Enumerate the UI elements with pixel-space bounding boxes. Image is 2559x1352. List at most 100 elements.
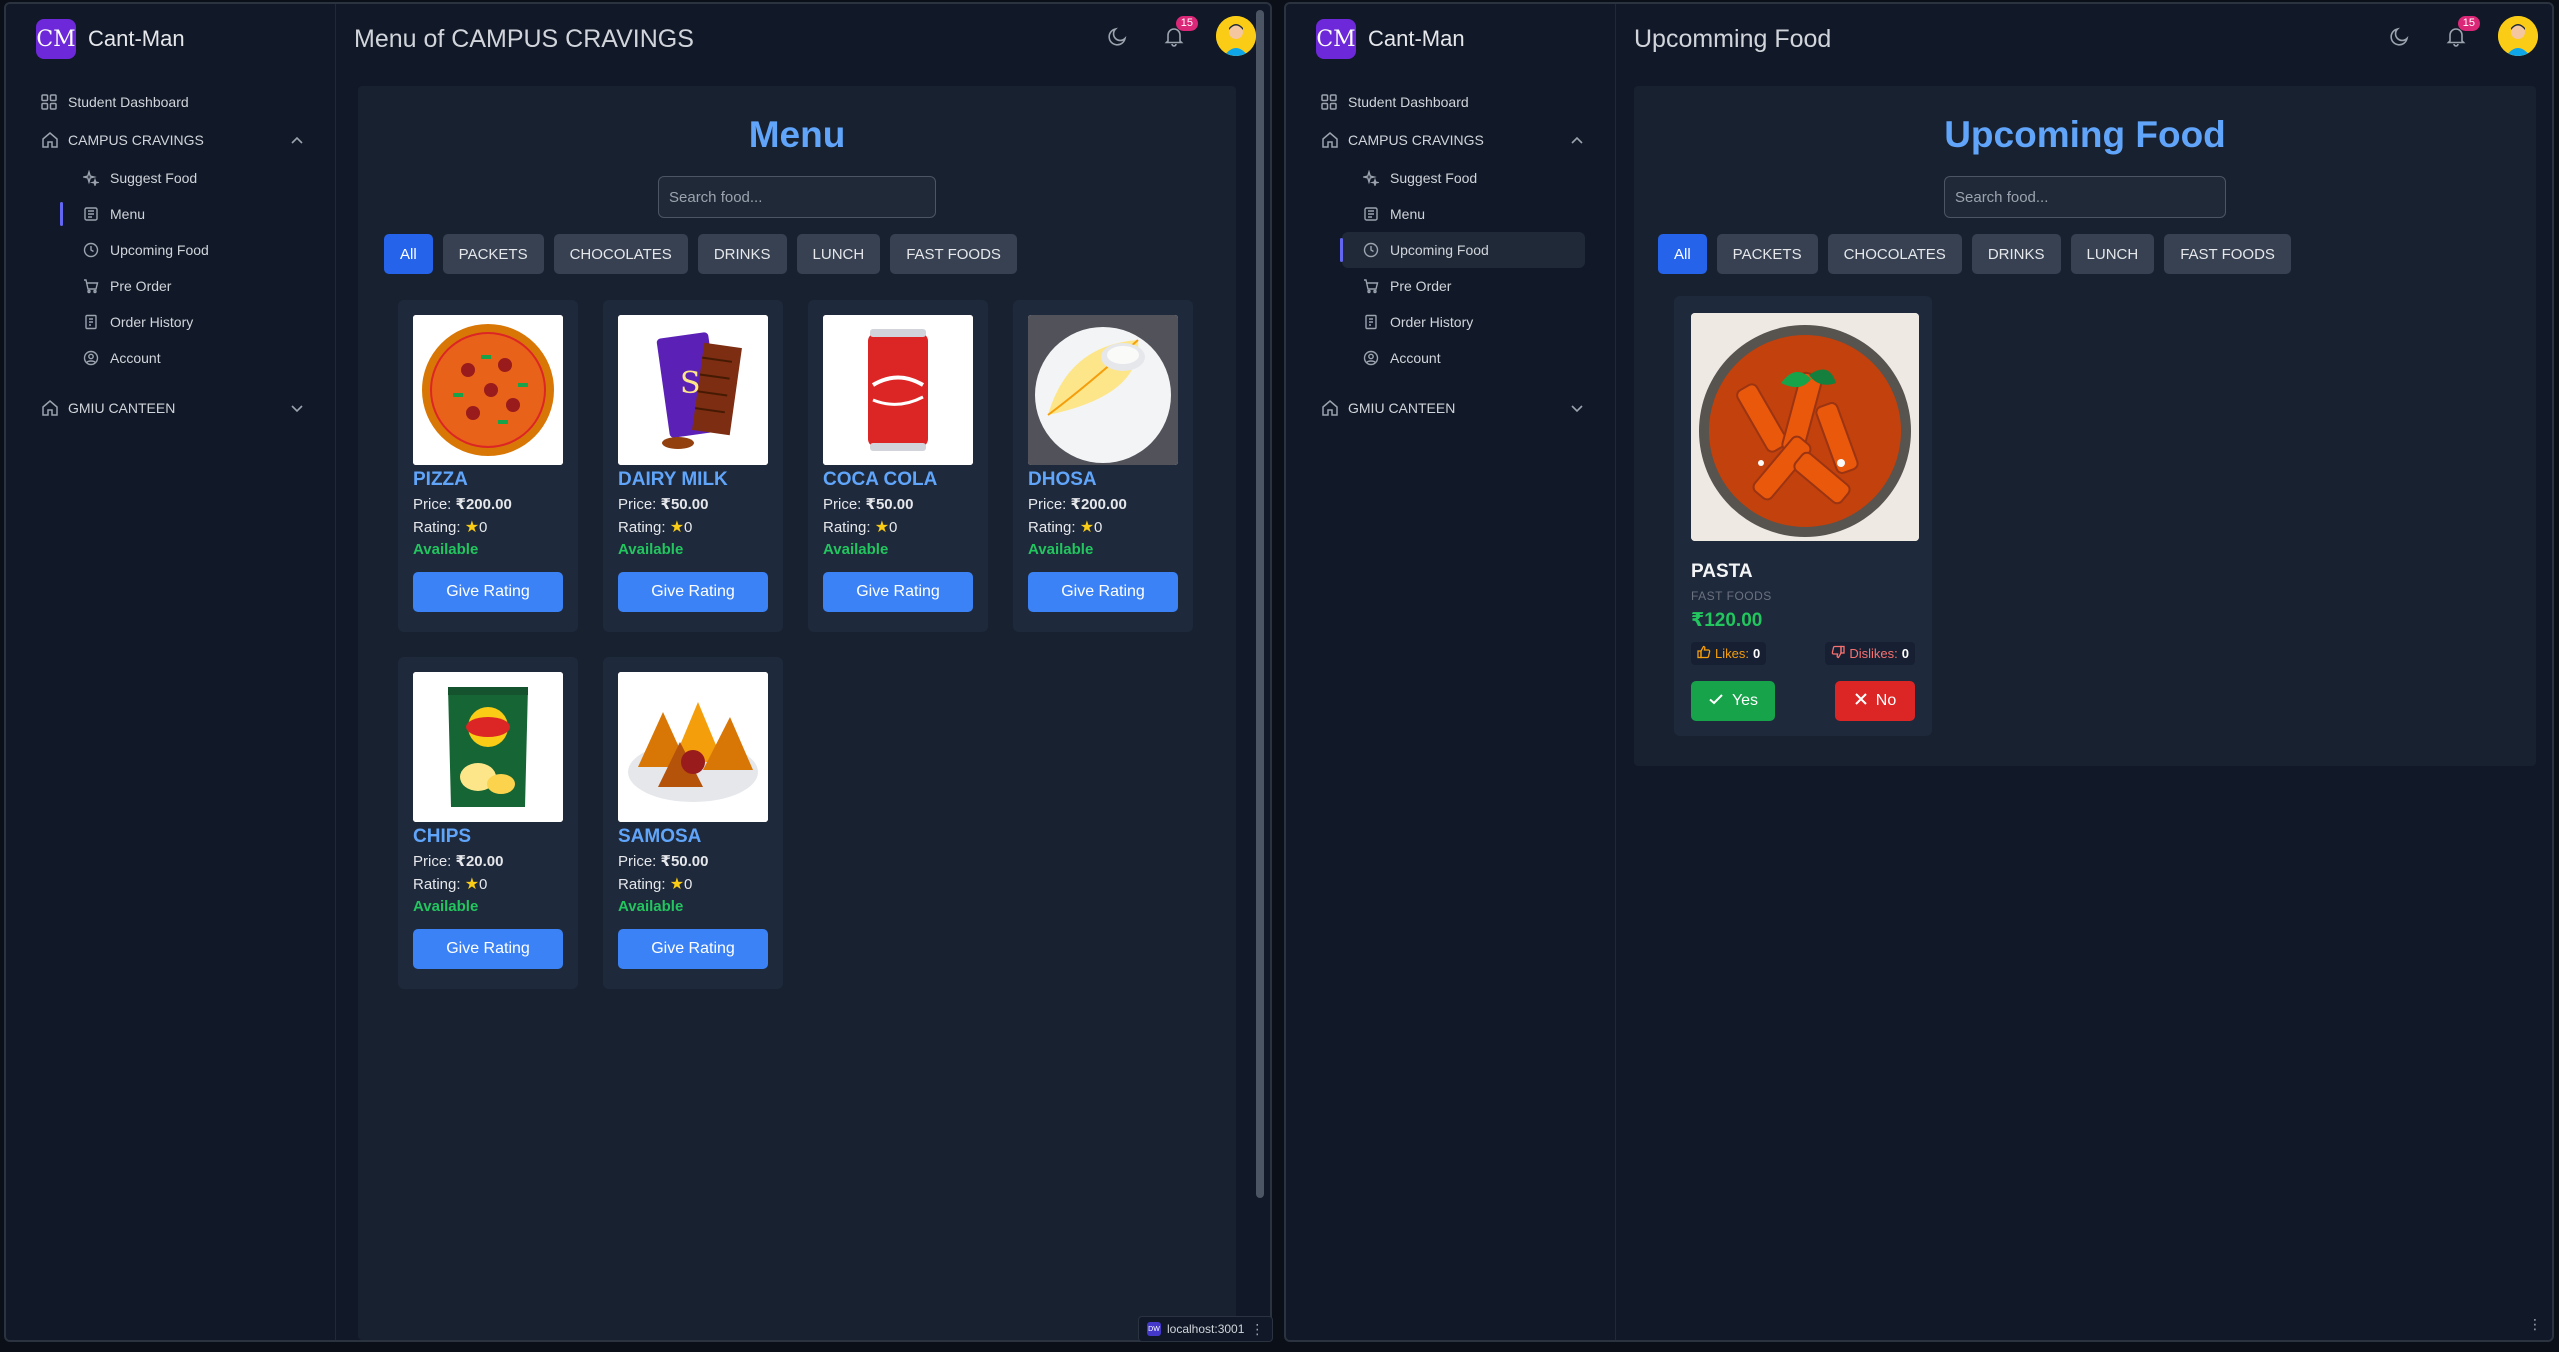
food-price: Price: ₹200.00 (1028, 495, 1178, 513)
home-icon (40, 398, 60, 418)
chevron-up-icon[interactable] (1567, 130, 1587, 150)
give-rating-button[interactable]: Give Rating (618, 929, 768, 969)
price-value: ₹200.00 (455, 496, 512, 513)
sidebar-item-dashboard[interactable]: Student Dashboard (6, 84, 335, 120)
sidebar-item-pre-order[interactable]: Pre Order (62, 268, 305, 304)
sidebar-item-dashboard[interactable]: Student Dashboard (1286, 84, 1615, 120)
topbar-actions: 15 (1104, 16, 1256, 56)
price-value: ₹20.00 (455, 853, 504, 870)
filter-lunch[interactable]: LUNCH (2070, 234, 2155, 274)
sidebar-item-label: Account (1390, 350, 1441, 366)
filter-lunch[interactable]: LUNCH (796, 234, 881, 274)
give-rating-button[interactable]: Give Rating (413, 929, 563, 969)
rating-value: 0 (684, 876, 693, 893)
moon-icon[interactable] (2386, 22, 2414, 50)
chevron-down-icon[interactable] (1567, 398, 1587, 418)
scrollbar[interactable] (1256, 10, 1264, 1198)
price-value: ₹200.00 (1070, 496, 1127, 513)
clock-icon (82, 241, 100, 259)
sidebar-item-suggest-food[interactable]: Suggest Food (1342, 160, 1585, 196)
search-input[interactable] (658, 176, 936, 218)
sidebar-item-menu[interactable]: Menu (1342, 196, 1585, 232)
food-category: FAST FOODS (1691, 589, 1772, 603)
upcoming-heading: Upcoming Food (1944, 114, 2226, 155)
availability-status: Available (1028, 541, 1094, 558)
bell-icon[interactable]: 15 (2442, 16, 2480, 50)
sidebar-item-suggest-food[interactable]: Suggest Food (62, 160, 305, 196)
user-circle-icon (82, 349, 100, 367)
sidebar-group-gmiu-canteen[interactable]: GMIU CANTEEN (6, 388, 335, 428)
filter-drinks[interactable]: DRINKS (1971, 234, 2061, 274)
filter-drinks[interactable]: DRINKS (697, 234, 787, 274)
sidebar-item-menu[interactable]: Menu (60, 196, 305, 232)
filter-all[interactable]: All (384, 234, 433, 274)
more-vertical-icon[interactable]: ⋮ (1250, 1321, 1264, 1338)
filter-fast-foods[interactable]: FAST FOODS (2164, 234, 2291, 274)
sidebar-item-label: Pre Order (1390, 278, 1452, 294)
topbar: Menu of CAMPUS CRAVINGS 15 (336, 4, 1270, 74)
moon-icon[interactable] (1104, 22, 1132, 50)
pasta-image (1691, 313, 1919, 541)
likes-value: 0 (1752, 646, 1761, 661)
no-button[interactable]: No (1835, 681, 1915, 721)
filter-packets[interactable]: PACKETS (1716, 234, 1818, 274)
screen: CM Cant-Man Student Dashboard CAMPUS CRA… (0, 0, 2559, 1352)
avatar[interactable] (1216, 16, 1256, 56)
grid-icon (1320, 93, 1338, 111)
vote-counts: Likes: 0 Dislikes: 0 (1691, 642, 1915, 665)
sidebar-item-account[interactable]: Account (1342, 340, 1585, 376)
availability-status: Available (618, 898, 684, 915)
avatar[interactable] (2498, 16, 2538, 56)
rating-label: Rating: (618, 876, 666, 893)
give-rating-button[interactable]: Give Rating (618, 572, 768, 612)
food-name: DAIRY MILK (618, 469, 728, 490)
food-name: PIZZA (413, 469, 468, 490)
food-name: PASTA (1691, 561, 1753, 582)
sidebar-item-label: Menu (110, 206, 146, 222)
give-rating-button[interactable]: Give Rating (1028, 572, 1178, 612)
more-vertical-icon[interactable]: ⋮ (2528, 1316, 2542, 1333)
filter-chocolates[interactable]: CHOCOLATES (1827, 234, 1962, 274)
sidebar-item-account[interactable]: Account (62, 340, 305, 376)
food-name: SAMOSA (618, 826, 702, 847)
sidebar: CM Cant-Man Student Dashboard CAMPUS CRA… (6, 4, 336, 1340)
category-filters: All PACKETS CHOCOLATES DRINKS LUNCH FAST… (1658, 234, 2536, 274)
food-rating: Rating: ★0 (413, 874, 563, 894)
sidebar-item-upcoming-food[interactable]: Upcoming Food (1340, 232, 1585, 268)
give-rating-button[interactable]: Give Rating (413, 572, 563, 612)
sidebar-group-campus-cravings[interactable]: CAMPUS CRAVINGS (6, 120, 335, 160)
price-label: Price: (618, 853, 657, 870)
brand-logo: CM (1316, 19, 1356, 59)
menu-heading: Menu (748, 114, 846, 155)
brand-name: Cant-Man (88, 26, 185, 51)
cart-icon (82, 277, 100, 295)
sidebar-group-label: GMIU CANTEEN (1348, 400, 1456, 416)
sidebar-item-order-history[interactable]: Order History (62, 304, 305, 340)
filter-all[interactable]: All (1658, 234, 1707, 274)
chevron-down-icon[interactable] (287, 398, 307, 418)
brand[interactable]: CM Cant-Man (1286, 4, 1615, 74)
menu-panel: Menu All PACKETS CHOCOLATES DRINKS LUNCH… (358, 86, 1236, 1340)
price-label: Price: (413, 853, 452, 870)
filter-packets[interactable]: PACKETS (442, 234, 544, 274)
filter-chocolates[interactable]: CHOCOLATES (553, 234, 688, 274)
sidebar-item-pre-order[interactable]: Pre Order (1342, 268, 1585, 304)
sidebar-group-campus-cravings[interactable]: CAMPUS CRAVINGS (1286, 120, 1615, 160)
notification-badge: 15 (1175, 16, 1198, 31)
yes-button[interactable]: Yes (1691, 681, 1775, 721)
sidebar-item-upcoming-food[interactable]: Upcoming Food (62, 232, 305, 268)
give-rating-button[interactable]: Give Rating (823, 572, 973, 612)
upcoming-panel: Upcoming Food All PACKETS CHOCOLATES DRI… (1634, 86, 2536, 766)
bell-icon[interactable]: 15 (1160, 16, 1198, 50)
url-pill[interactable]: DW localhost:3001 ⋮ (1138, 1316, 1274, 1342)
filter-fast-foods[interactable]: FAST FOODS (890, 234, 1017, 274)
food-price: Price: ₹50.00 (618, 495, 768, 513)
page-title: Menu of CAMPUS CRAVINGS (354, 24, 694, 53)
brand[interactable]: CM Cant-Man (6, 4, 335, 74)
sidebar-item-order-history[interactable]: Order History (1342, 304, 1585, 340)
search-input[interactable] (1944, 176, 2226, 218)
sidebar-group-gmiu-canteen[interactable]: GMIU CANTEEN (1286, 388, 1615, 428)
dislikes-count: Dislikes: 0 (1825, 642, 1915, 665)
likes-count: Likes: 0 (1691, 642, 1767, 665)
chevron-up-icon[interactable] (287, 130, 307, 150)
